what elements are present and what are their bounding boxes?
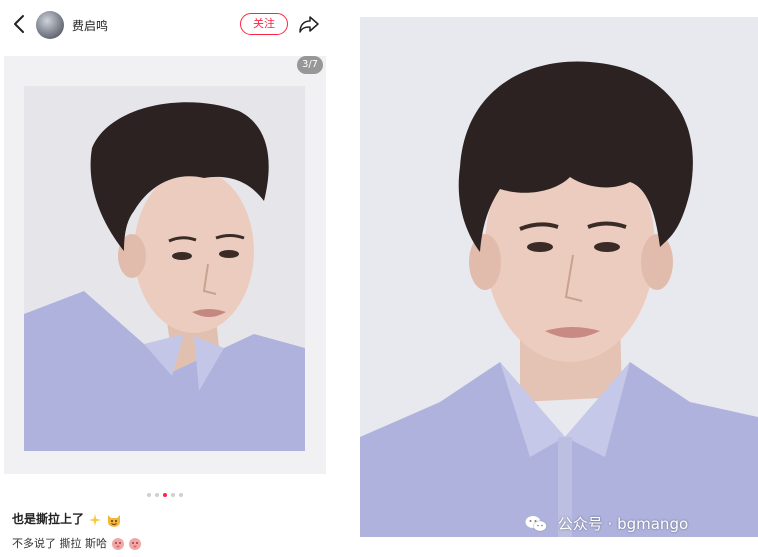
- sparkles-icon: [89, 513, 102, 526]
- portrait-illustration: [360, 17, 758, 537]
- post-body-text: 不多说了 撕拉 斯哈: [12, 537, 107, 550]
- author-name[interactable]: 费启鸣: [72, 17, 108, 34]
- post-header: 费启鸣 关注: [0, 0, 330, 50]
- blushing-face-emoji-icon: [129, 538, 141, 550]
- wechat-icon: [525, 515, 547, 531]
- portrait-photo-small: [24, 86, 305, 451]
- carousel-dot[interactable]: [179, 493, 183, 497]
- back-chevron-icon[interactable]: [10, 13, 30, 35]
- post-body: 不多说了 撕拉 斯哈: [12, 535, 142, 551]
- author-avatar[interactable]: [36, 11, 64, 39]
- follow-button[interactable]: 关注: [240, 13, 288, 35]
- blushing-face-emoji-icon: [111, 538, 124, 550]
- carousel-dot[interactable]: [171, 493, 175, 497]
- post-title-text: 也是撕拉上了: [12, 512, 85, 526]
- post-screenshot-panel: 费启鸣 关注 3/7 也是撕拉上了 不多说了 撕拉 斯哈: [0, 0, 330, 557]
- carousel-dot-active[interactable]: [163, 493, 167, 497]
- portrait-photo-large: [360, 17, 758, 537]
- portrait-illustration: [24, 86, 305, 451]
- watermark-text: 公众号 · bgmango: [557, 515, 689, 533]
- share-icon[interactable]: [298, 14, 320, 34]
- carousel-indicator: [0, 493, 330, 499]
- post-title: 也是撕拉上了: [12, 510, 122, 528]
- image-counter: 3/7: [297, 56, 323, 74]
- grinning-cat-emoji-icon: [108, 514, 121, 527]
- carousel-dot[interactable]: [155, 493, 159, 497]
- wechat-watermark: 公众号 · bgmango: [525, 513, 688, 539]
- carousel-dot[interactable]: [147, 493, 151, 497]
